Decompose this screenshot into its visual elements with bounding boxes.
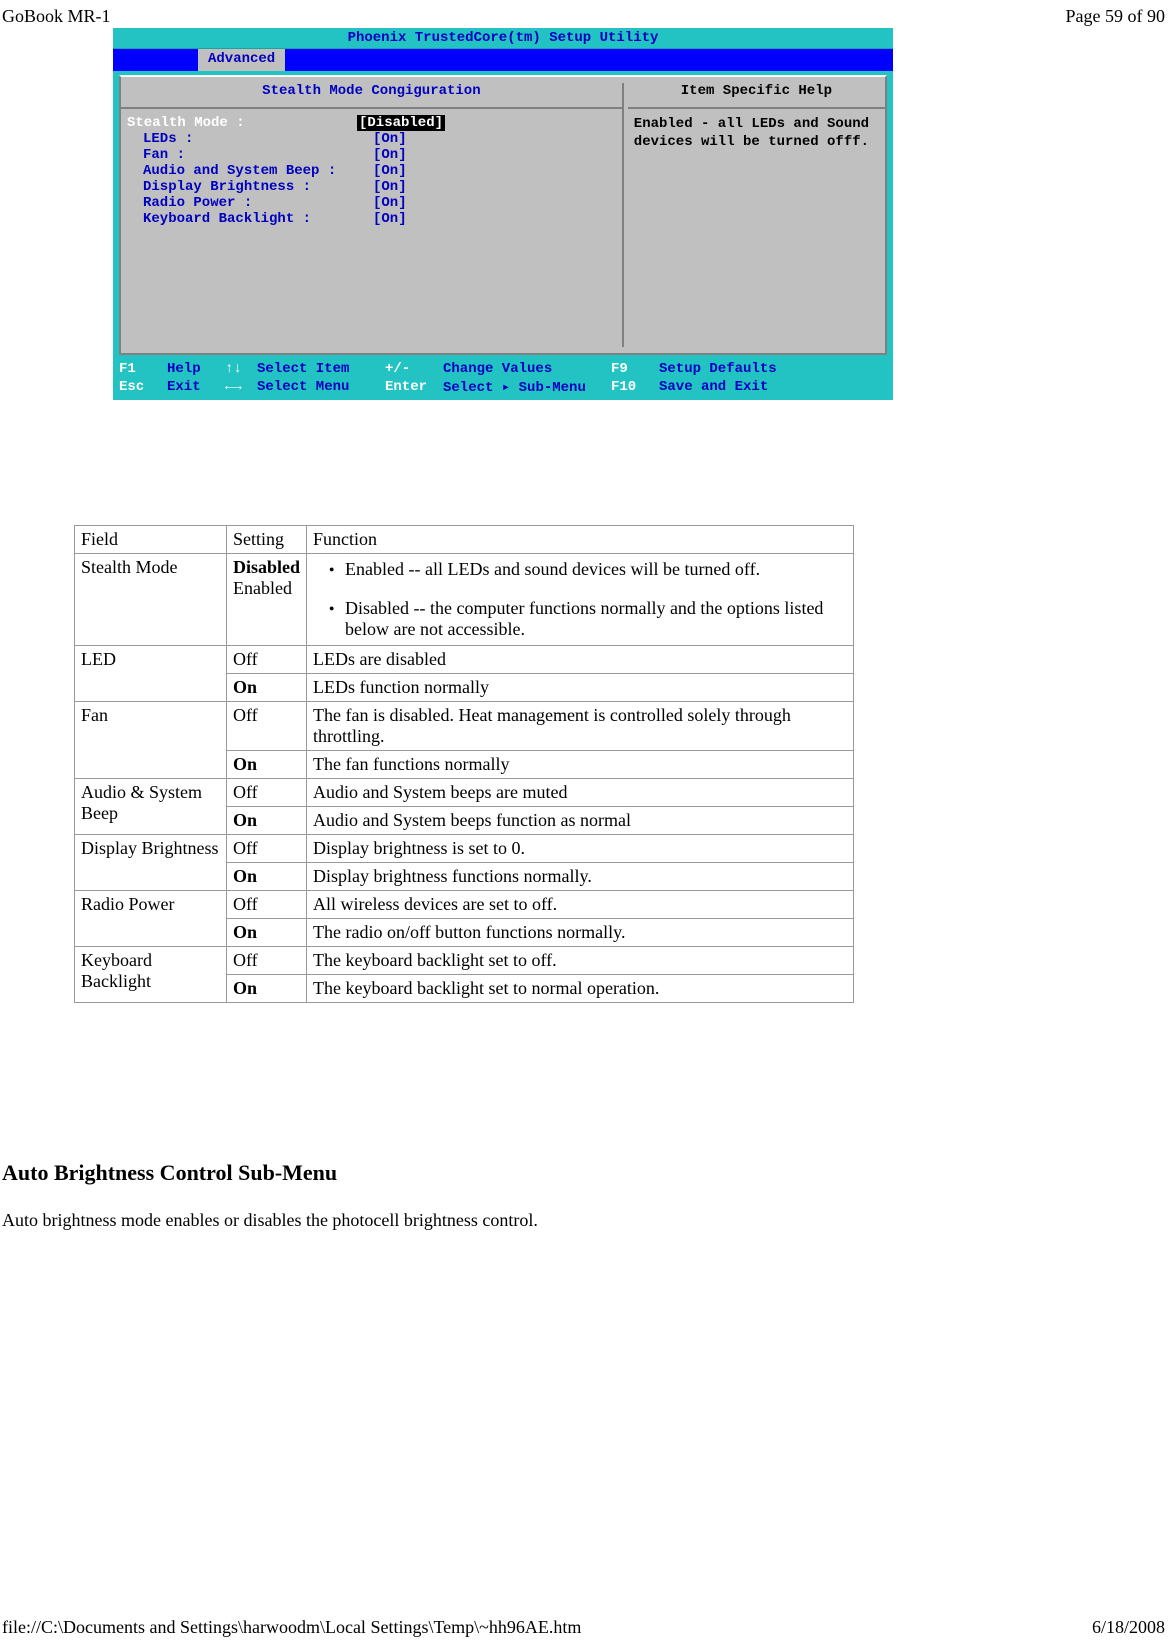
bios-screenshot: Phoenix TrustedCore(tm) Setup Utility Ad… [113,28,893,400]
row-audio-off: Audio & System Beep Off Audio and System… [75,779,854,807]
bios-item-keyboard: Keyboard Backlight : [On] [127,211,616,227]
arrows-updown-icon: ↑↓ [225,361,249,377]
bios-left-pane: Stealth Mode Congiguration Stealth Mode … [127,83,624,347]
footer-date: 6/18/2008 [1092,1617,1165,1638]
bios-key-f1: F1 [119,361,159,377]
bios-key-f10: F10 [611,379,651,396]
bios-body: Stealth Mode Congiguration Stealth Mode … [119,75,887,355]
row-fan-off: Fan Off The fan is disabled. Heat manage… [75,702,854,751]
row-stealth: Stealth Mode Disabled Enabled Enabled --… [75,554,854,646]
footer-file-path: file://C:\Documents and Settings\harwood… [2,1617,581,1638]
bios-footer: F1 Help ↑↓ Select Item +/- Change Values… [113,359,893,400]
col-function: Function [307,526,854,554]
bios-item-fan: Fan : [On] [127,147,616,163]
bios-left-title: Stealth Mode Congiguration [127,83,616,99]
col-field: Field [75,526,227,554]
bios-key-pm: +/- [385,361,435,377]
section-heading: Auto Brightness Control Sub-Menu [2,1160,337,1186]
row-display-off: Display Brightness Off Display brightnes… [75,835,854,863]
bios-help-title: Item Specific Help [634,83,879,99]
bios-key-f9: F9 [611,361,651,377]
bios-help-pane: Item Specific Help Enabled - all LEDs an… [624,83,879,347]
list-item: Enabled -- all LEDs and sound devices wi… [333,559,847,580]
bios-key-enter: Enter [385,379,435,396]
header-page-number: Page 59 of 90 [1066,6,1165,27]
bios-title: Phoenix TrustedCore(tm) Setup Utility [113,28,893,49]
bios-item-label: Stealth Mode : [127,115,357,131]
bios-item-display: Display Brightness : [On] [127,179,616,195]
row-kb-off: Keyboard Backlight Off The keyboard back… [75,947,854,975]
settings-table: Field Setting Function Stealth Mode Disa… [74,525,854,1003]
list-item: Disabled -- the computer functions norma… [333,598,847,640]
bios-item-value: [Disabled] [357,115,445,131]
table-header-row: Field Setting Function [75,526,854,554]
row-radio-off: Radio Power Off All wireless devices are… [75,891,854,919]
bios-item-radio: Radio Power : [On] [127,195,616,211]
bios-help-text: Enabled - all LEDs and Sound devices wil… [634,115,879,151]
arrows-leftright-icon: ←→ [225,379,249,396]
bios-tab-bar: Advanced [113,49,893,71]
bios-item-audio: Audio and System Beep : [On] [127,163,616,179]
bios-key-esc: Esc [119,379,159,396]
bios-item-leds: LEDs : [On] [127,131,616,147]
bios-tab-advanced: Advanced [198,49,285,71]
bios-item-stealth-mode: Stealth Mode : [Disabled] [127,115,616,131]
section-paragraph: Auto brightness mode enables or disables… [2,1210,538,1231]
row-led-off: LED Off LEDs are disabled [75,646,854,674]
col-setting: Setting [227,526,307,554]
header-doc-title: GoBook MR-1 [2,6,111,27]
